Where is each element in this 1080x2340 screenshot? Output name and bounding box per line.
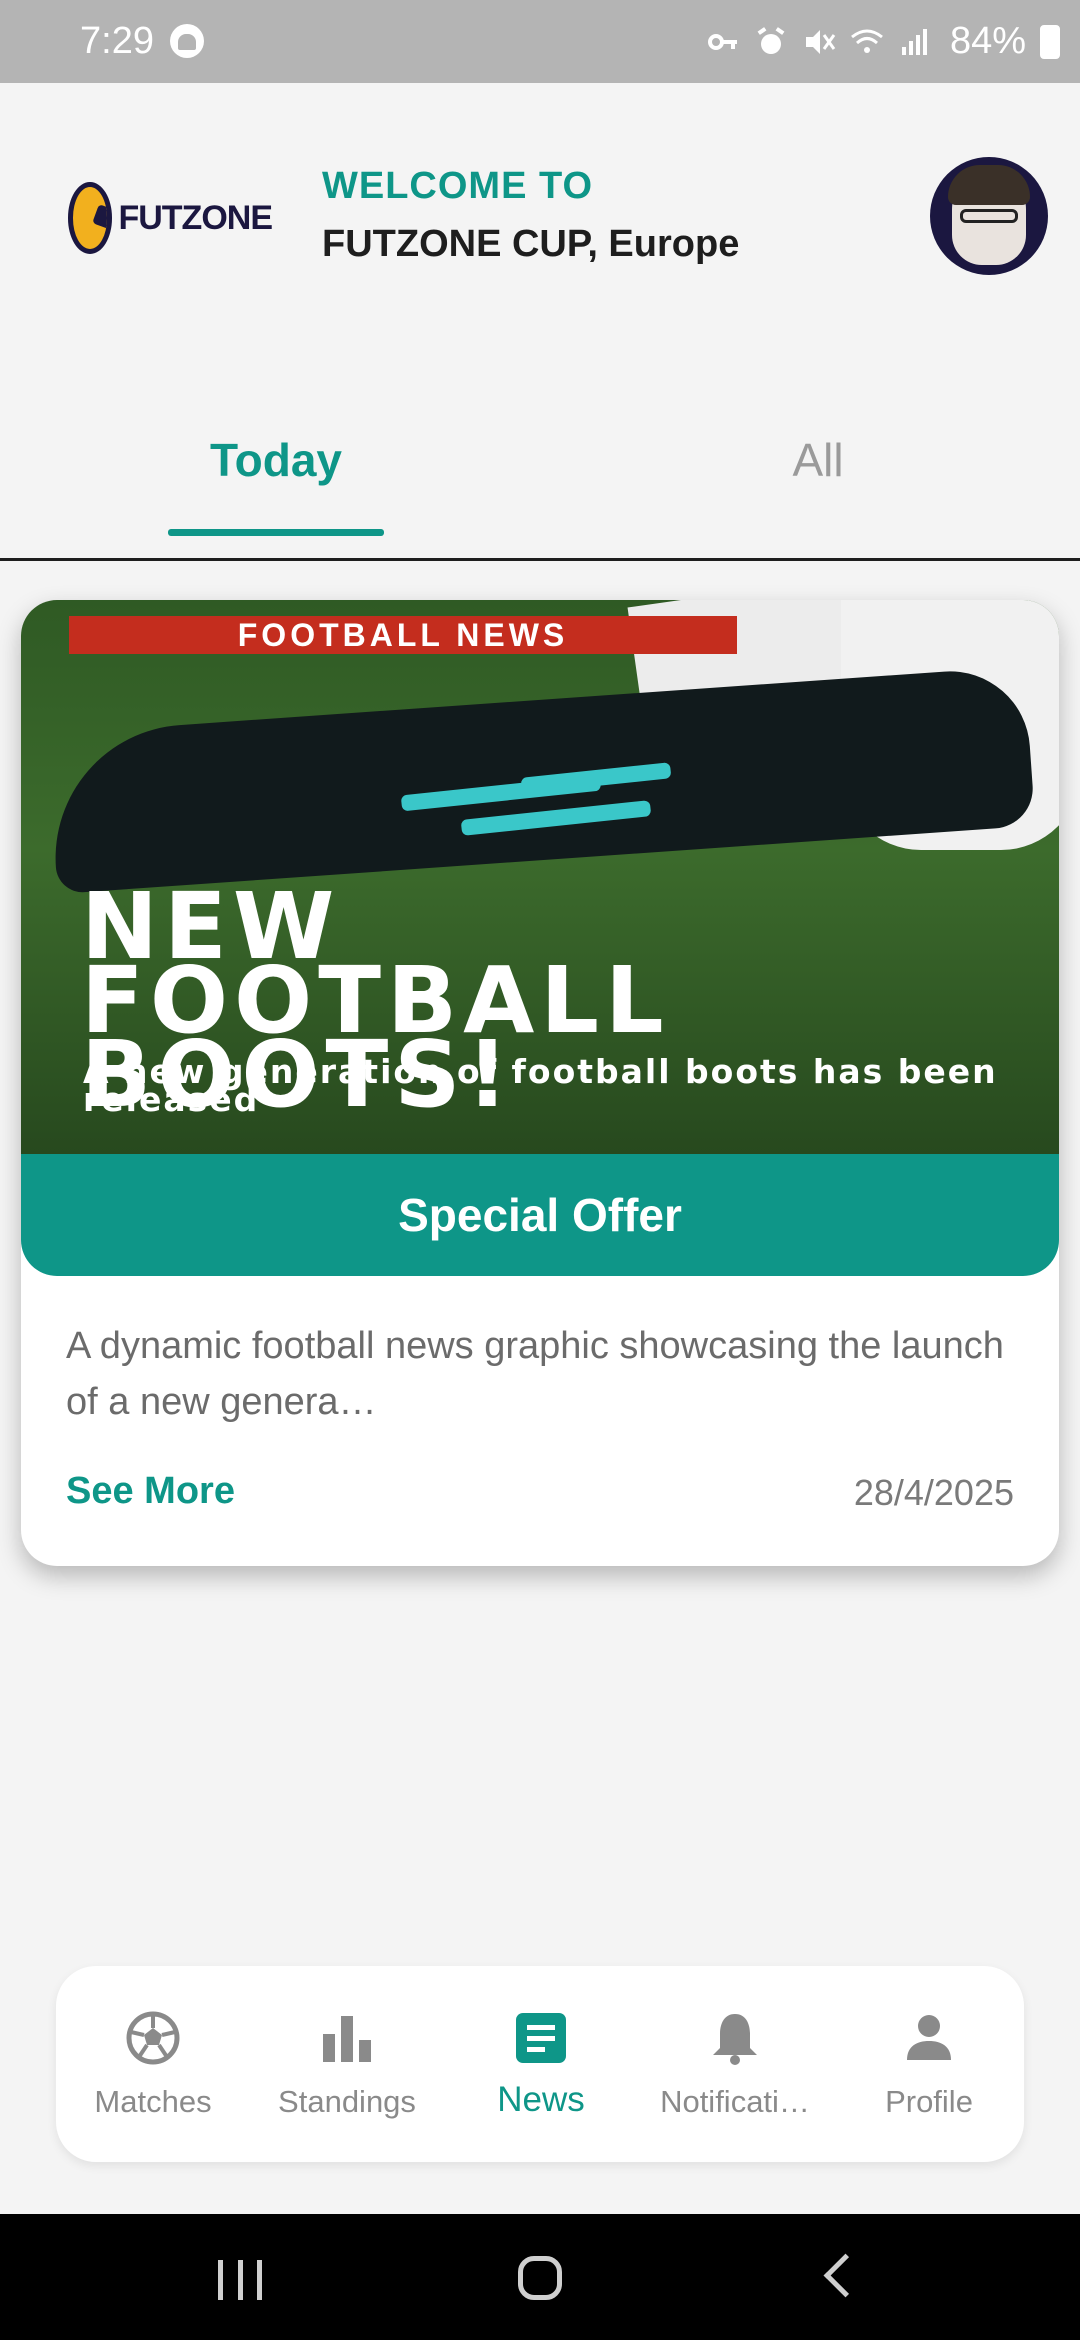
cloud-notification-icon — [170, 24, 204, 58]
see-more-link[interactable]: See More — [66, 1470, 235, 1513]
news-icon — [513, 2010, 569, 2066]
app-header: FUTZONE WELCOME TO FUTZONE CUP, Europe — [0, 83, 1080, 403]
system-navigation-bar — [0, 2214, 1080, 2340]
image-subline: A new generation of football boots has b… — [83, 1052, 998, 1119]
bottom-navigation: Matches Standings News Notificati… Profi… — [56, 1966, 1024, 2162]
active-tab-indicator — [168, 529, 384, 536]
soccer-ball-icon — [125, 2010, 181, 2066]
recent-apps-icon[interactable] — [218, 2260, 262, 2300]
status-time: 7:29 — [80, 20, 154, 62]
news-description: A dynamic football news graphic showcasi… — [66, 1325, 1004, 1423]
nav-item-profile[interactable]: Profile — [832, 1966, 1026, 2162]
avatar[interactable] — [930, 157, 1048, 275]
alarm-icon — [754, 25, 788, 59]
tab-today[interactable]: Today — [168, 433, 384, 487]
mute-icon — [802, 25, 836, 59]
nav-label-notifications: Notificati… — [660, 2084, 810, 2119]
logo-ball-icon — [68, 182, 113, 254]
logo-text: FUTZONE — [118, 198, 273, 237]
event-name: FUTZONE CUP, Europe — [322, 223, 740, 265]
football-news-banner: FOOTBALL NEWS — [69, 616, 737, 654]
status-bar: 7:29 84% — [0, 0, 1080, 83]
back-icon[interactable] — [823, 2253, 868, 2298]
nav-label-standings: Standings — [278, 2084, 416, 2119]
battery-icon — [1040, 24, 1060, 59]
welcome-label: WELCOME TO — [322, 165, 594, 207]
nav-item-matches[interactable]: Matches — [56, 1966, 250, 2162]
nav-label-profile: Profile — [885, 2084, 973, 2119]
key-icon — [706, 25, 740, 59]
signal-icon — [898, 25, 932, 59]
news-date: 28/4/2025 — [853, 1472, 1014, 1513]
home-icon[interactable] — [518, 2256, 562, 2300]
special-offer-label: Special Offer — [21, 1154, 1059, 1276]
nav-label-news: News — [497, 2080, 585, 2119]
nav-item-news[interactable]: News — [444, 1966, 638, 2162]
bell-icon — [707, 2010, 763, 2066]
nav-item-standings[interactable]: Standings — [250, 1966, 444, 2162]
battery-percent: 84% — [949, 20, 1026, 62]
bar-chart-icon — [319, 2010, 375, 2066]
news-image[interactable]: FOOTBALL NEWS NEW FOOTBALL BOOTS! A new … — [21, 600, 1059, 1154]
person-icon — [901, 2010, 957, 2066]
status-icons: 84% — [706, 20, 1060, 63]
futzone-logo: FUTZONE — [68, 178, 273, 258]
news-card[interactable]: FOOTBALL NEWS NEW FOOTBALL BOOTS! A new … — [21, 600, 1059, 1566]
tab-all[interactable]: All — [760, 433, 876, 487]
nav-label-matches: Matches — [94, 2084, 212, 2119]
wifi-icon — [850, 25, 884, 59]
nav-item-notifications[interactable]: Notificati… — [638, 1966, 832, 2162]
news-tabs: Today All — [0, 403, 1080, 561]
